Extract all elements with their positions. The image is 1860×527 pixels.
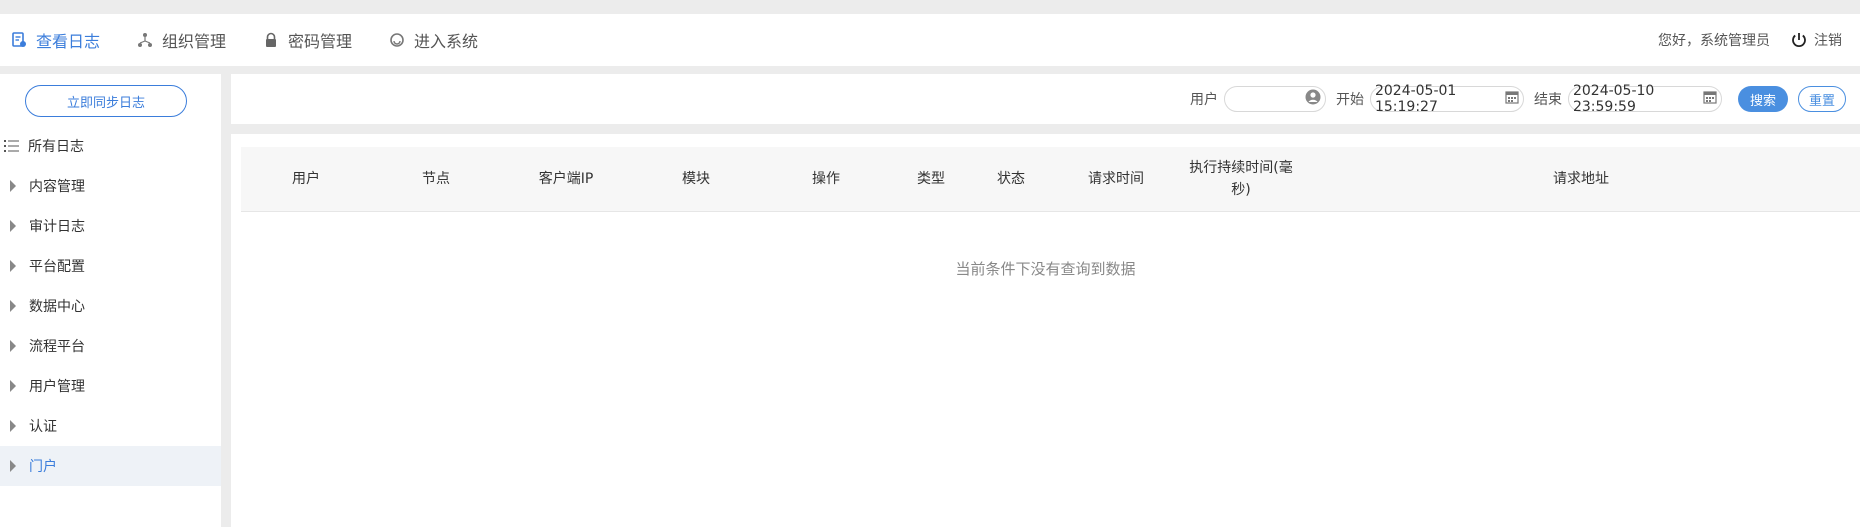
tree-item-label: 审计日志 bbox=[29, 219, 85, 235]
user-filter-label: 用户 bbox=[1189, 92, 1218, 108]
column-header-duration[interactable]: 执行持续时间(毫秒) bbox=[1181, 147, 1301, 211]
tree-item-content-management[interactable]: 内容管理 bbox=[0, 166, 221, 206]
tree-item-label: 平台配置 bbox=[29, 259, 85, 275]
caret-right-icon bbox=[10, 460, 16, 472]
table-header: 用户 节点 客户端IP 模块 操作 类型 状态 请求时间 执行持续时间(毫秒) … bbox=[241, 147, 1860, 212]
search-button[interactable]: 搜索 bbox=[1737, 86, 1788, 112]
column-header-request-time[interactable]: 请求时间 bbox=[1051, 147, 1181, 211]
tree-item-platform-config[interactable]: 平台配置 bbox=[0, 246, 221, 286]
tree-item-label: 用户管理 bbox=[29, 379, 85, 395]
column-header-client-ip[interactable]: 客户端IP bbox=[501, 147, 631, 211]
column-header-module[interactable]: 模块 bbox=[631, 147, 761, 211]
caret-right-icon bbox=[10, 180, 16, 192]
tree-item-data-center[interactable]: 数据中心 bbox=[0, 286, 221, 326]
column-header-type[interactable]: 类型 bbox=[891, 147, 971, 211]
caret-right-icon bbox=[10, 340, 16, 352]
log-category-tree: 所有日志 内容管理 审计日志 平台配置 数据中心 流程平台 用户管理 认证 门户 bbox=[0, 126, 221, 486]
caret-right-icon bbox=[10, 420, 16, 432]
nav-password-management-label: 密码管理 bbox=[288, 32, 353, 51]
user-avatar-icon bbox=[1305, 89, 1321, 109]
tree-item-label: 所有日志 bbox=[28, 139, 84, 155]
log-icon bbox=[10, 31, 28, 49]
start-date-value: 2024-05-01 15:19:27 bbox=[1374, 83, 1457, 115]
caret-right-icon bbox=[10, 380, 16, 392]
nav-view-logs-label: 查看日志 bbox=[36, 32, 101, 51]
calendar-icon bbox=[1703, 90, 1717, 108]
tree-item-user-management[interactable]: 用户管理 bbox=[0, 366, 221, 406]
tree-item-label: 内容管理 bbox=[29, 179, 85, 195]
log-table-panel: 用户 节点 客户端IP 模块 操作 类型 状态 请求时间 执行持续时间(毫秒) … bbox=[231, 134, 1860, 527]
tree-item-audit-logs[interactable]: 审计日志 bbox=[0, 206, 221, 246]
list-icon bbox=[4, 139, 20, 153]
column-header-request-url[interactable]: 请求地址 bbox=[1301, 147, 1860, 211]
tree-item-authentication[interactable]: 认证 bbox=[0, 406, 221, 446]
nav-view-logs[interactable]: 查看日志 bbox=[0, 14, 112, 66]
tree-item-all-logs[interactable]: 所有日志 bbox=[0, 126, 221, 166]
tree-item-label: 门户 bbox=[29, 459, 57, 475]
system-icon bbox=[388, 31, 406, 49]
tree-item-label: 认证 bbox=[29, 419, 57, 435]
tree-item-workflow-platform[interactable]: 流程平台 bbox=[0, 326, 221, 366]
logout-label: 注销 bbox=[1814, 33, 1842, 49]
caret-right-icon bbox=[10, 300, 16, 312]
filter-bar: 用户 开始 2024-05-01 15:19:27 结束 2024-05-10 … bbox=[231, 74, 1860, 124]
column-header-node[interactable]: 节点 bbox=[371, 147, 501, 211]
end-date-label: 结束 bbox=[1533, 92, 1562, 108]
greeting-text: 您好，系统管理员 bbox=[1658, 33, 1770, 49]
calendar-icon bbox=[1505, 90, 1519, 108]
org-icon bbox=[136, 31, 154, 49]
top-nav-bar: 查看日志 组织管理 密码管理 进入系统 您好，系统管理员 注销 bbox=[0, 14, 1860, 66]
caret-right-icon bbox=[10, 260, 16, 272]
column-header-operation[interactable]: 操作 bbox=[761, 147, 891, 211]
power-icon bbox=[1790, 31, 1808, 49]
end-date-value: 2024-05-10 23:59:59 bbox=[1572, 83, 1655, 115]
start-date-label: 开始 bbox=[1335, 92, 1364, 108]
column-header-status[interactable]: 状态 bbox=[971, 147, 1051, 211]
user-area: 您好，系统管理员 注销 bbox=[1658, 30, 1860, 50]
start-date-input[interactable]: 2024-05-01 15:19:27 bbox=[1369, 83, 1524, 115]
logout-button[interactable]: 注销 bbox=[1790, 30, 1842, 50]
sync-logs-button[interactable]: 立即同步日志 bbox=[25, 85, 187, 117]
nav-enter-system[interactable]: 进入系统 bbox=[378, 14, 490, 66]
tree-item-label: 数据中心 bbox=[29, 299, 85, 315]
nav-org-management-label: 组织管理 bbox=[162, 32, 227, 51]
column-header-user[interactable]: 用户 bbox=[241, 147, 371, 211]
reset-button[interactable]: 重置 bbox=[1797, 86, 1846, 112]
empty-state-message: 当前条件下没有查询到数据 bbox=[955, 260, 1136, 278]
caret-right-icon bbox=[10, 220, 16, 232]
nav-password-management[interactable]: 密码管理 bbox=[252, 14, 364, 66]
nav-enter-system-label: 进入系统 bbox=[414, 32, 479, 51]
tree-item-portal[interactable]: 门户 bbox=[0, 446, 221, 486]
nav-org-management[interactable]: 组织管理 bbox=[126, 14, 238, 66]
user-filter-input[interactable] bbox=[1223, 86, 1326, 112]
tree-item-label: 流程平台 bbox=[29, 339, 85, 355]
end-date-input[interactable]: 2024-05-10 23:59:59 bbox=[1567, 83, 1722, 115]
sidebar: 立即同步日志 所有日志 内容管理 审计日志 平台配置 数据中心 流程平台 用户管… bbox=[0, 74, 221, 527]
lock-icon bbox=[262, 31, 280, 49]
